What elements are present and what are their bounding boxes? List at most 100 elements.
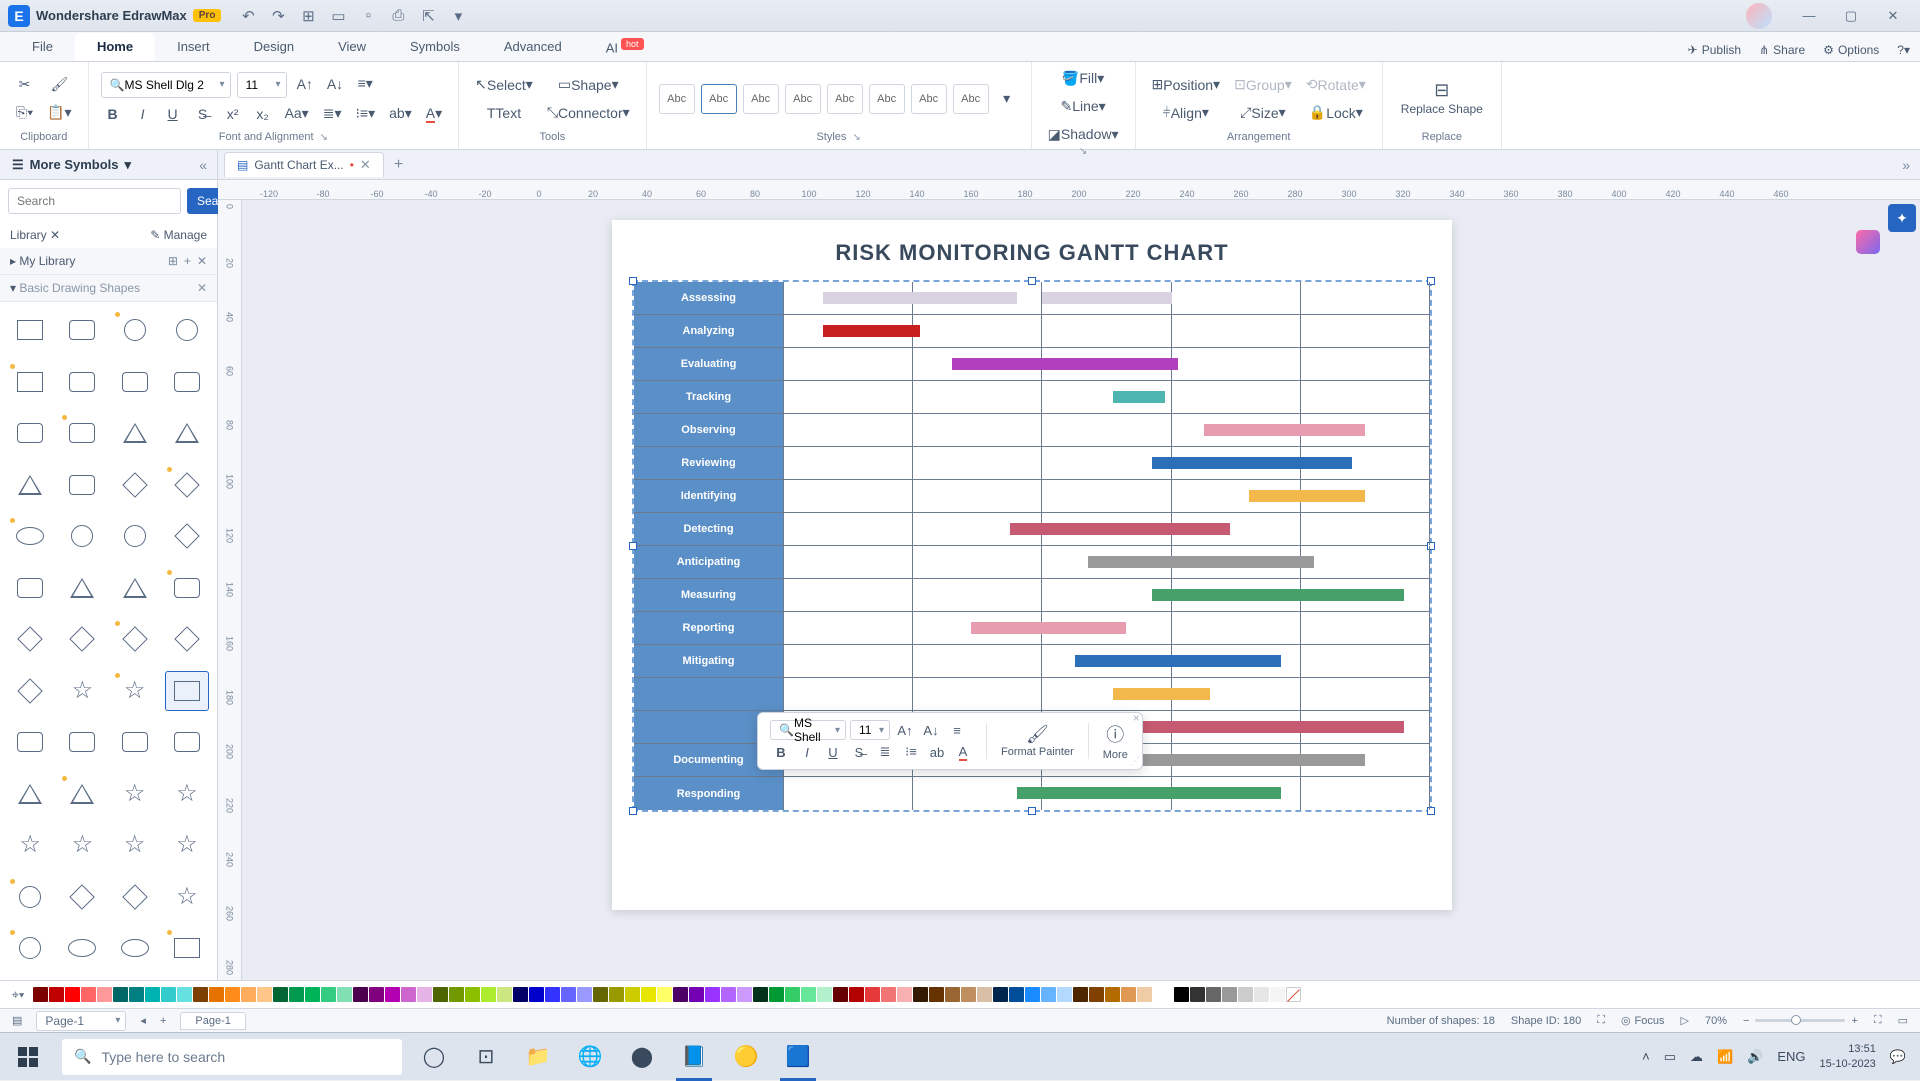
shape-stencil[interactable] bbox=[60, 774, 104, 814]
color-swatch[interactable] bbox=[49, 987, 64, 1002]
shape-stencil[interactable] bbox=[60, 310, 104, 350]
style-swatch[interactable]: Abc bbox=[659, 84, 695, 114]
edge-icon[interactable]: 🌐 bbox=[564, 1033, 616, 1081]
shape-stencil[interactable] bbox=[113, 516, 157, 556]
shrink-font-button[interactable]: A↓ bbox=[323, 72, 347, 96]
color-swatch[interactable] bbox=[513, 987, 528, 1002]
font-launcher[interactable]: ↘ bbox=[320, 132, 328, 143]
export-button[interactable]: ⇱ bbox=[419, 7, 437, 25]
color-swatch[interactable] bbox=[353, 987, 368, 1002]
bold-button[interactable]: B bbox=[101, 102, 125, 126]
gantt-bar[interactable] bbox=[1042, 292, 1171, 304]
lib-add-icon[interactable]: + bbox=[184, 254, 191, 268]
color-swatch[interactable] bbox=[1238, 987, 1253, 1002]
color-swatch[interactable] bbox=[817, 987, 832, 1002]
color-swatch[interactable] bbox=[1174, 987, 1189, 1002]
color-swatch[interactable] bbox=[657, 987, 672, 1002]
shape-stencil[interactable] bbox=[60, 877, 104, 917]
help-button[interactable]: ?▾ bbox=[1897, 43, 1910, 57]
float-more[interactable]: ⓘMore bbox=[1097, 719, 1134, 763]
subscript-button[interactable]: x₂ bbox=[251, 102, 275, 126]
case-button[interactable]: Aa▾ bbox=[281, 102, 313, 126]
color-swatch[interactable] bbox=[33, 987, 48, 1002]
shape-stencil[interactable] bbox=[60, 619, 104, 659]
fit-window-icon[interactable]: ⛶ bbox=[1874, 1014, 1882, 1027]
shape-stencil[interactable] bbox=[8, 362, 52, 402]
gantt-bar[interactable] bbox=[1010, 523, 1230, 535]
tray-chevron[interactable]: ˄ bbox=[1642, 1049, 1650, 1064]
shape-search-input[interactable] bbox=[8, 188, 181, 214]
shape-stencil[interactable] bbox=[113, 465, 157, 505]
styles-dropdown[interactable]: ▾ bbox=[995, 87, 1019, 111]
shape-stencil[interactable] bbox=[165, 722, 209, 762]
style-swatch[interactable]: Abc bbox=[953, 84, 989, 114]
color-swatch[interactable] bbox=[529, 987, 544, 1002]
shape-stencil[interactable] bbox=[8, 465, 52, 505]
zoom-in[interactable]: + bbox=[1851, 1015, 1857, 1027]
word-icon[interactable]: 📘 bbox=[668, 1033, 720, 1081]
shape-stencil[interactable]: ☆ bbox=[113, 825, 157, 865]
font-family-select[interactable]: 🔍 MS Shell Dlg 2 bbox=[101, 72, 231, 98]
color-swatch[interactable] bbox=[481, 987, 496, 1002]
fit-page-icon[interactable]: ⛶ bbox=[1597, 1014, 1605, 1027]
canvas[interactable]: -120-80-60-40-20020406080100120140160180… bbox=[218, 180, 1920, 980]
focus-button[interactable]: ◎ Focus bbox=[1621, 1014, 1665, 1027]
print-button[interactable]: ⎙ bbox=[389, 7, 407, 25]
superscript-button[interactable]: x² bbox=[221, 102, 245, 126]
eyedropper-icon[interactable]: ⌖▾ bbox=[8, 986, 28, 1004]
section-close[interactable]: ✕ bbox=[197, 281, 207, 295]
color-swatch[interactable] bbox=[97, 987, 112, 1002]
float-resize-icon[interactable]: ⋰ bbox=[1130, 756, 1140, 767]
color-swatch[interactable] bbox=[961, 987, 976, 1002]
tray-wifi-icon[interactable]: 📶 bbox=[1717, 1049, 1733, 1065]
save-button[interactable]: ▫ bbox=[359, 7, 377, 25]
shape-stencil[interactable] bbox=[113, 928, 157, 968]
shape-stencil[interactable] bbox=[113, 568, 157, 608]
font-size-select[interactable]: 11 bbox=[237, 72, 287, 98]
shape-stencil[interactable] bbox=[60, 722, 104, 762]
color-swatch[interactable] bbox=[225, 987, 240, 1002]
line-menu[interactable]: ✎ Line▾ bbox=[1044, 94, 1123, 118]
selection-handle[interactable] bbox=[629, 807, 637, 815]
page-tab[interactable]: Page-1 bbox=[180, 1012, 245, 1030]
color-swatch[interactable] bbox=[129, 987, 144, 1002]
gantt-bar[interactable] bbox=[1113, 688, 1210, 700]
color-swatch[interactable] bbox=[705, 987, 720, 1002]
color-swatch[interactable] bbox=[1089, 987, 1104, 1002]
float-bold[interactable]: B bbox=[770, 742, 792, 762]
shape-stencil[interactable] bbox=[165, 568, 209, 608]
library-label[interactable]: Library ✕ bbox=[10, 228, 60, 242]
color-swatch[interactable] bbox=[1025, 987, 1040, 1002]
float-underline[interactable]: U bbox=[822, 742, 844, 762]
maximize-button[interactable]: ▢ bbox=[1832, 4, 1870, 28]
lib-close-icon[interactable]: ✕ bbox=[197, 254, 207, 268]
color-swatch[interactable] bbox=[369, 987, 384, 1002]
shape-stencil[interactable] bbox=[165, 619, 209, 659]
present-icon[interactable]: ▷ bbox=[1681, 1014, 1689, 1027]
italic-button[interactable]: I bbox=[131, 102, 155, 126]
edrawmax-taskbar-icon[interactable]: 🟦 bbox=[772, 1033, 824, 1081]
menu-tab-home[interactable]: Home bbox=[75, 33, 155, 61]
bullet-list-button[interactable]: ⁝≡▾ bbox=[351, 102, 379, 126]
float-size-select[interactable]: 11 bbox=[850, 720, 890, 740]
redo-button[interactable]: ↷ bbox=[269, 7, 287, 25]
shape-stencil[interactable] bbox=[60, 516, 104, 556]
shape-stencil[interactable] bbox=[8, 877, 52, 917]
user-avatar[interactable] bbox=[1746, 3, 1772, 29]
float-close[interactable]: × bbox=[1133, 711, 1140, 725]
shape-stencil[interactable] bbox=[165, 516, 209, 556]
page-width-icon[interactable]: ▭ bbox=[1898, 1014, 1908, 1027]
shape-stencil[interactable] bbox=[8, 722, 52, 762]
shape-stencil[interactable]: ☆ bbox=[60, 825, 104, 865]
close-tab-button[interactable]: ✕ bbox=[360, 157, 371, 173]
shape-stencil[interactable] bbox=[8, 774, 52, 814]
color-swatch[interactable] bbox=[769, 987, 784, 1002]
select-tool[interactable]: ↖ Select▾ bbox=[471, 73, 537, 97]
gantt-bar[interactable] bbox=[952, 358, 1178, 370]
sidebar-collapse[interactable]: « bbox=[199, 157, 207, 173]
shape-stencil[interactable] bbox=[60, 568, 104, 608]
right-panel-collapse[interactable]: » bbox=[1902, 157, 1910, 173]
color-swatch[interactable] bbox=[993, 987, 1008, 1002]
color-swatch[interactable] bbox=[449, 987, 464, 1002]
color-swatch[interactable] bbox=[929, 987, 944, 1002]
